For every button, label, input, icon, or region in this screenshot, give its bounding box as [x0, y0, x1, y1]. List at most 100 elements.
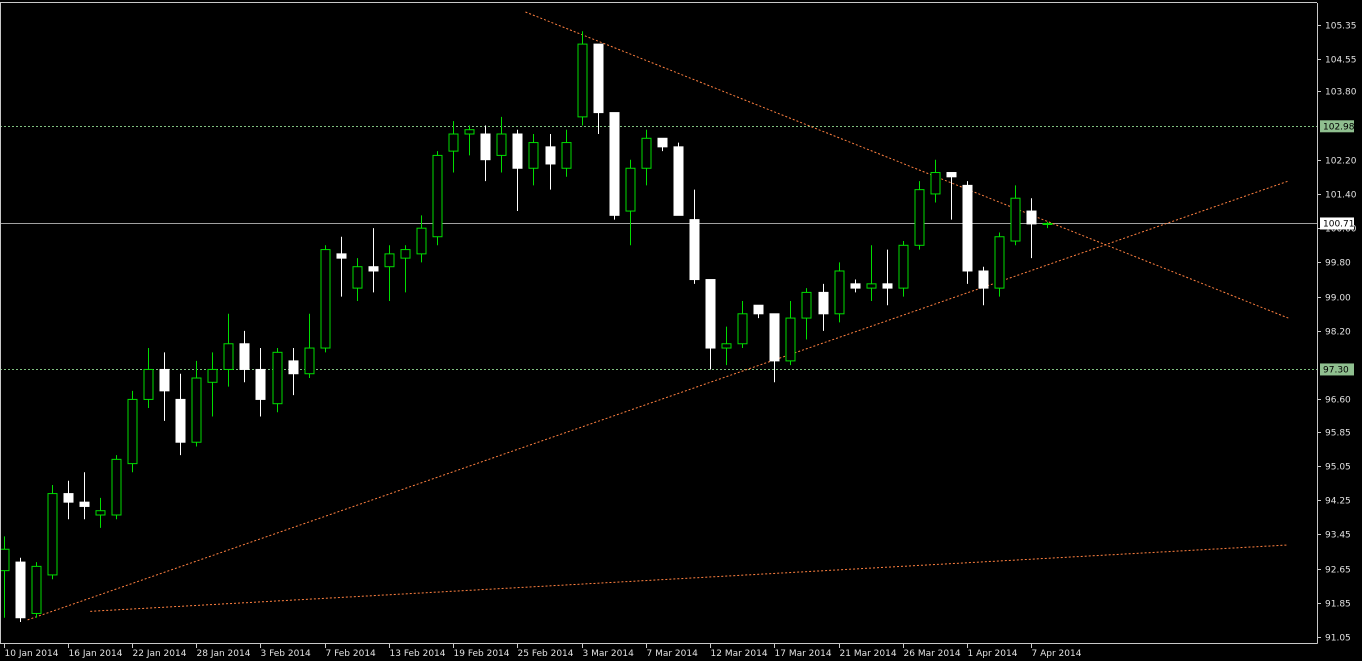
x-tick-label: 17 Mar 2014 [775, 649, 832, 659]
candle-body-bear [689, 219, 700, 281]
candle-body-bull [561, 142, 572, 169]
candle-body-bear [512, 133, 523, 169]
candle [914, 181, 925, 250]
candle [834, 262, 845, 323]
current-price-tag: 100.71 [1323, 219, 1355, 229]
candle [673, 142, 684, 216]
y-tick-label: 91.05 [1325, 634, 1351, 644]
candle-body-bull [191, 377, 202, 443]
y-tick-label: 93.45 [1325, 531, 1351, 541]
y-tick-label: 91.85 [1325, 600, 1351, 610]
candle-body-bull [31, 565, 42, 614]
candle-body-bull [641, 137, 652, 169]
candle-body-bull [898, 244, 909, 289]
candle-body-bull [625, 167, 636, 212]
candle-body-bear [818, 291, 829, 315]
x-tick-label: 19 Feb 2014 [454, 649, 510, 659]
x-tick-label: 7 Feb 2014 [326, 649, 377, 659]
candle-body-bull [352, 266, 363, 289]
candle-body-bull [47, 493, 58, 576]
candle [577, 31, 588, 126]
candle [432, 151, 443, 246]
candle-body-bull [400, 249, 411, 259]
candle-body-bull [95, 510, 106, 516]
x-tick-label: 16 Jan 2014 [69, 649, 123, 659]
x-tick-label: 28 Jan 2014 [197, 649, 251, 659]
candle-body-bear [705, 279, 716, 349]
x-tick-label: 25 Feb 2014 [518, 649, 574, 659]
candle [111, 455, 122, 520]
candle-body-bear [368, 266, 379, 272]
candle-body-bull [143, 368, 154, 400]
candle-body-bull [1010, 197, 1021, 242]
candle-body-bear [239, 343, 250, 370]
candle-body-bear [480, 133, 491, 161]
candle-body-bull [207, 368, 218, 383]
candle-body-bear [769, 313, 780, 362]
candle-body-bull [448, 133, 459, 152]
y-tick-label: 104.55 [1325, 56, 1357, 66]
candle-body-bear [593, 43, 604, 114]
candle-body-bull [994, 236, 1005, 289]
candle-body-bull [416, 227, 427, 255]
x-tick-label: 7 Mar 2014 [647, 649, 699, 659]
x-tick-label: 7 Apr 2014 [1032, 649, 1082, 659]
candle-body-bear [657, 137, 668, 148]
candle-body-bear [175, 398, 186, 443]
candle-body-bear [978, 270, 989, 289]
y-tick-label: 101.40 [1325, 191, 1357, 201]
candle [609, 112, 620, 220]
y-tick-label: 94.25 [1325, 497, 1351, 507]
x-tick-label: 21 Mar 2014 [840, 649, 897, 659]
x-tick-label: 10 Jan 2014 [5, 649, 59, 659]
y-tick-label: 103.80 [1325, 88, 1357, 98]
candle-body-bull [127, 398, 138, 465]
candle [962, 181, 973, 284]
y-tick-label: 95.05 [1325, 463, 1351, 473]
candle-body-bull [914, 189, 925, 246]
x-tick-label: 12 Mar 2014 [711, 649, 768, 659]
candlestick-chart[interactable]: 105.35104.55103.80102.20101.40100.6099.8… [0, 0, 1362, 661]
y-tick-label: 99.80 [1325, 259, 1351, 269]
candle-body-bear [159, 368, 170, 392]
candle-body-bull [0, 548, 10, 572]
y-tick-label: 95.85 [1325, 429, 1351, 439]
candle [127, 390, 138, 473]
candle-body-bull [464, 129, 475, 135]
candle-body-bear [850, 283, 861, 289]
candle [31, 562, 42, 618]
candle-body-bear [609, 112, 620, 216]
candle-body-bear [255, 368, 266, 400]
candle-body-bear [1026, 210, 1037, 225]
candle-body-bull [577, 43, 588, 118]
candle-body-bear [753, 304, 764, 315]
candle-body-bear [15, 561, 26, 619]
x-tick-label: 22 Jan 2014 [133, 649, 187, 659]
y-tick-label: 105.35 [1325, 22, 1357, 32]
x-tick-label: 3 Feb 2014 [261, 649, 312, 659]
y-tick-label: 92.65 [1325, 566, 1351, 576]
candle-body-bull [223, 343, 234, 370]
candle-body-bull [930, 172, 941, 195]
candle [320, 245, 331, 353]
candle-body-bull [111, 458, 122, 516]
candle-body-bull [866, 283, 877, 289]
candle [272, 348, 283, 413]
candle-body-bear [63, 493, 74, 503]
x-tick-label: 1 Apr 2014 [968, 649, 1018, 659]
candle-body-bull [1042, 222, 1053, 225]
level-price-tag: 102.98 [1323, 122, 1355, 132]
candle [994, 232, 1005, 297]
candle-body-bull [721, 343, 732, 349]
candle-body-bear [288, 360, 299, 375]
candle-body-bull [496, 133, 507, 156]
candle-body-bear [673, 146, 684, 216]
candle-body-bear [882, 283, 893, 289]
candle [15, 557, 26, 623]
y-tick-label: 99.00 [1325, 294, 1351, 304]
candle-body-bull [737, 313, 748, 345]
y-tick-label: 96.60 [1325, 396, 1351, 406]
candle-body-bear [946, 172, 957, 178]
level-price-tag: 97.30 [1323, 365, 1349, 375]
candle-body-bull [304, 347, 315, 375]
